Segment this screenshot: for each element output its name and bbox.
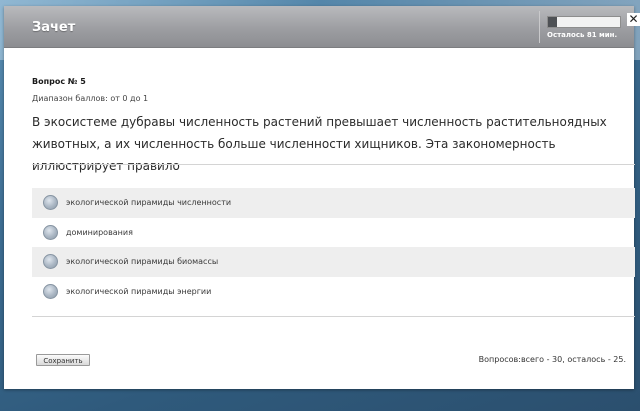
radio-button[interactable]	[43, 254, 58, 270]
window-titlebar: Зачет Осталось 81 мин.	[4, 6, 634, 48]
question-number: Вопрос № 5	[32, 77, 86, 86]
radio-button[interactable]	[43, 195, 58, 211]
answer-option[interactable]: доминирования	[32, 218, 635, 248]
radio-button[interactable]	[43, 224, 58, 240]
divider-bottom	[32, 316, 635, 317]
save-button[interactable]: Сохранить	[36, 354, 90, 366]
window-title: Зачет	[32, 20, 76, 35]
score-range: Диапазон баллов: от 0 до 1	[32, 94, 149, 103]
answer-option-label: экологической пирамиды энергии	[66, 286, 212, 296]
answer-option[interactable]: экологической пирамиды биомассы	[32, 247, 635, 277]
answer-option-label: экологической пирамиды численности	[66, 198, 232, 208]
time-remaining-label: Осталось 81 мин.	[547, 31, 618, 39]
timer-panel: Осталось 81 мин.	[539, 11, 628, 43]
timer-progress-bar	[547, 16, 621, 28]
question-text: В экосистеме дубравы численность растени…	[32, 115, 607, 173]
answer-option[interactable]: экологической пирамиды численности	[32, 188, 635, 218]
answer-options: экологической пирамиды численности домин…	[32, 188, 635, 306]
answer-option-label: доминирования	[66, 227, 133, 237]
divider-top	[32, 164, 635, 165]
answer-option[interactable]: экологической пирамиды энергии	[32, 277, 635, 307]
answer-option-label: экологической пирамиды биомассы	[66, 257, 219, 267]
timer-progress-fill	[548, 17, 557, 27]
close-icon[interactable]: ✕	[627, 13, 640, 26]
questions-progress: Вопросов:всего - 30, осталось - 25.	[478, 355, 626, 364]
radio-button[interactable]	[43, 283, 58, 299]
quiz-window: Зачет Осталось 81 мин. Вопрос № 5 Диапаз…	[4, 6, 635, 389]
